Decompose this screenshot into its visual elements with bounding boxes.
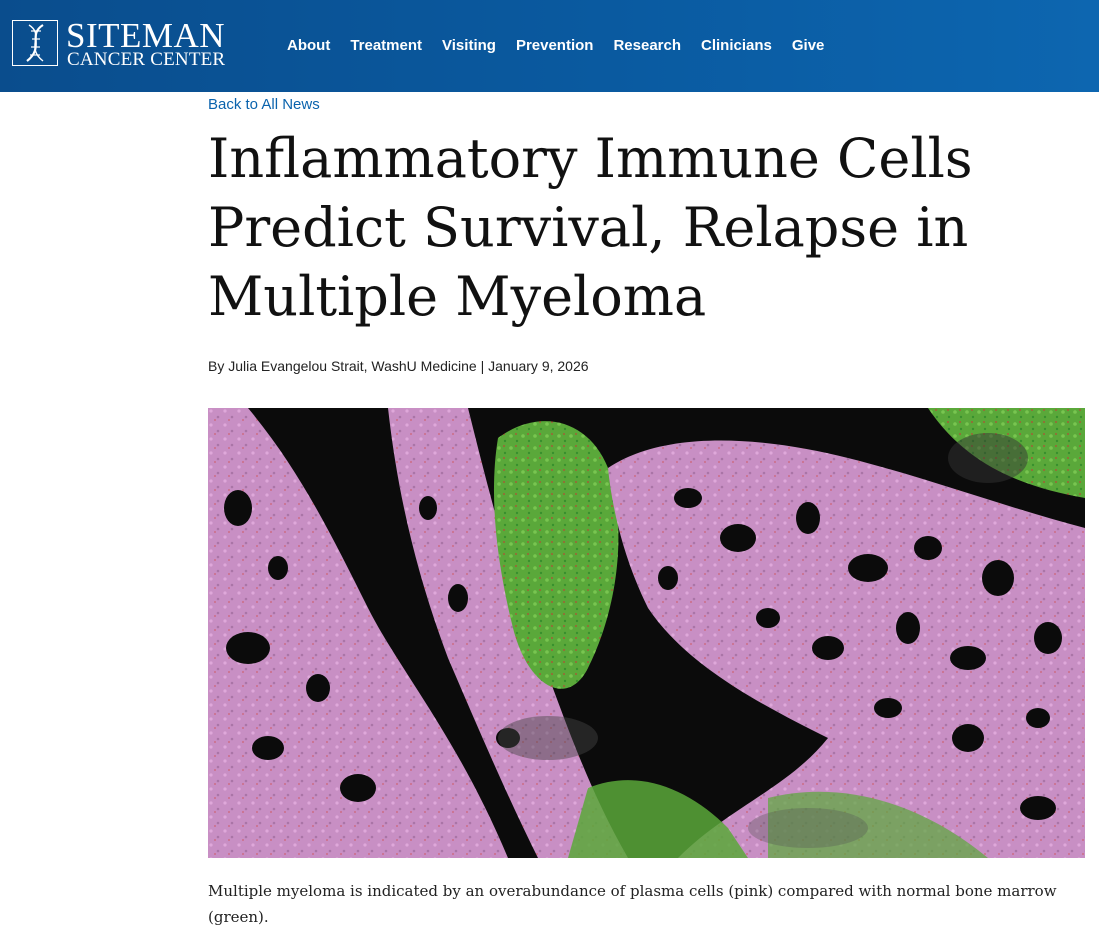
nav-research[interactable]: Research — [613, 37, 681, 55]
dna-helix-icon — [12, 20, 58, 66]
article-hero-image — [208, 408, 1085, 858]
nav-visiting[interactable]: Visiting — [442, 37, 496, 55]
logo-subtitle: CANCER CENTER — [67, 49, 226, 70]
image-caption: Multiple myeloma is indicated by an over… — [208, 882, 1057, 926]
article-byline: By Julia Evangelou Strait, WashU Medicin… — [208, 358, 589, 374]
site-header: SITEMAN CANCER CENTER About Treatment Vi… — [0, 0, 1099, 92]
nav-about[interactable]: About — [287, 37, 330, 55]
site-logo[interactable]: SITEMAN CANCER CENTER — [12, 17, 242, 70]
nav-treatment[interactable]: Treatment — [350, 37, 422, 55]
article-title: Inflammatory Immune Cells Predict Surviv… — [208, 127, 973, 328]
microscopy-image — [208, 408, 1085, 858]
nav-clinicians[interactable]: Clinicians — [701, 37, 772, 55]
main-nav: About Treatment Visiting Prevention Rese… — [287, 37, 824, 55]
back-to-news-link[interactable]: Back to All News — [208, 96, 320, 113]
nav-give[interactable]: Give — [792, 37, 825, 55]
nav-prevention[interactable]: Prevention — [516, 37, 594, 55]
